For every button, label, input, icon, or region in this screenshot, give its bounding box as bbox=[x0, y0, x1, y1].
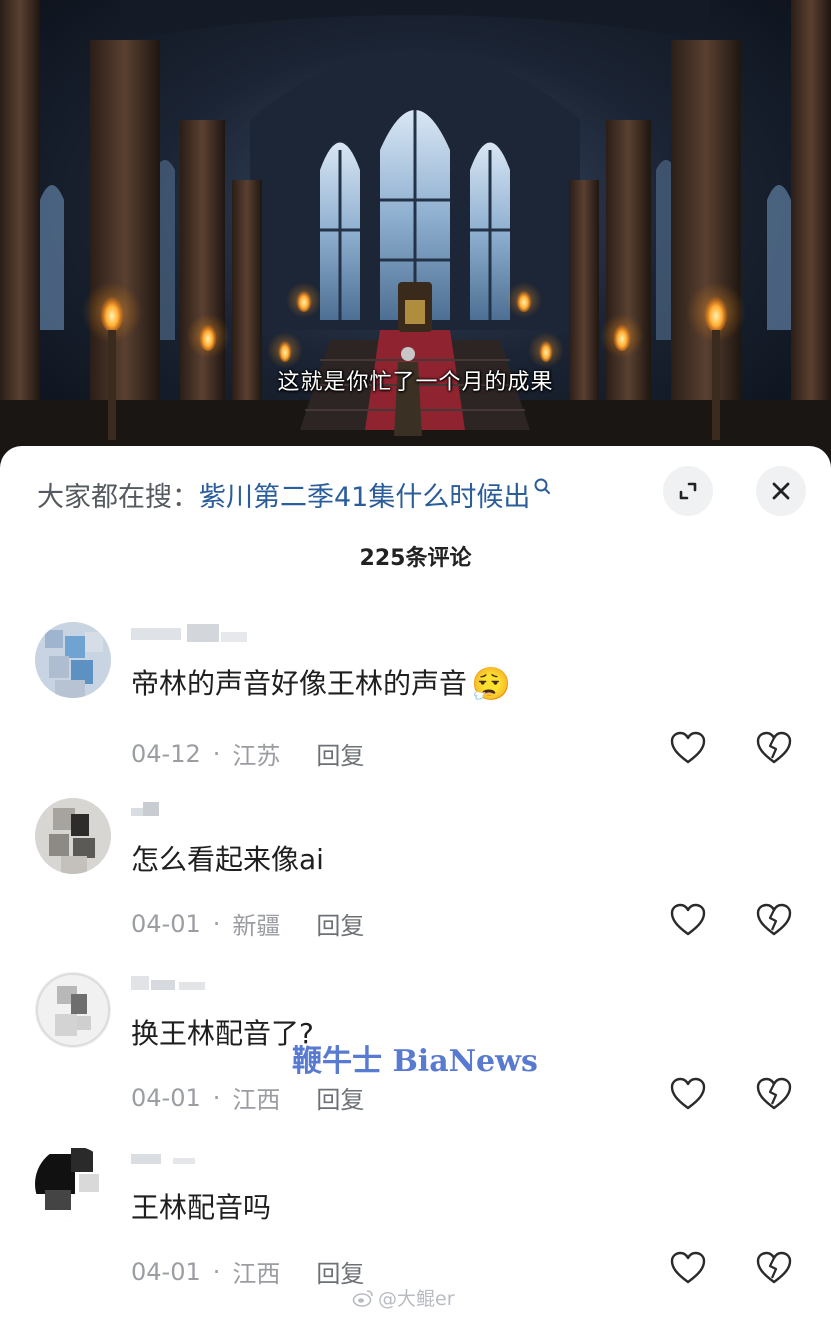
comment-location: 江西 bbox=[232, 1260, 281, 1288]
reply-button[interactable]: 回复 bbox=[316, 906, 364, 941]
close-icon bbox=[772, 482, 790, 500]
comment-date: 04-01 bbox=[131, 1257, 201, 1286]
comment-text: 换王林配音了? bbox=[131, 1014, 314, 1054]
comment-text-body: 王林配音吗 bbox=[131, 1191, 272, 1224]
trending-search[interactable]: 大家都在搜： 紫川第二季41集什么时候出 bbox=[37, 474, 554, 514]
comment-location: 新疆 bbox=[232, 912, 281, 940]
avatar[interactable] bbox=[35, 622, 111, 698]
weibo-watermark: @大鲲er bbox=[352, 1284, 455, 1311]
expand-icon bbox=[679, 482, 697, 500]
comment-item: 怎么看起来像ai 04-01 · 新疆 回复 bbox=[0, 798, 831, 968]
comment-date: 04-01 bbox=[131, 909, 201, 938]
comment-date: 04-12 bbox=[131, 739, 201, 768]
comment-text: 怎么看起来像ai bbox=[131, 840, 324, 880]
heart-icon[interactable] bbox=[669, 1250, 707, 1286]
avatar[interactable] bbox=[35, 1146, 111, 1222]
close-button[interactable] bbox=[756, 466, 806, 516]
reply-button[interactable]: 回复 bbox=[316, 736, 364, 771]
comment-count: 225条评论 bbox=[359, 546, 472, 571]
comment-meta: 04-12 · 江苏 回复 bbox=[131, 736, 364, 771]
avatar[interactable] bbox=[35, 798, 111, 874]
trending-search-prefix: 大家都在搜： bbox=[37, 481, 199, 513]
broken-heart-icon[interactable] bbox=[755, 1076, 793, 1112]
comment-text-body: 帝林的声音好像王林的声音 bbox=[131, 667, 468, 700]
heart-icon[interactable] bbox=[669, 902, 707, 938]
heart-icon[interactable] bbox=[669, 1076, 707, 1112]
broken-heart-icon[interactable] bbox=[755, 730, 793, 766]
username-blurred[interactable] bbox=[131, 798, 249, 820]
video-player[interactable]: 这就是你忙了一个月的成果 bbox=[0, 0, 831, 460]
comment-item: 帝林的声音好像王林的声音 😮‍💨 04-12 · 江苏 回复 bbox=[0, 622, 831, 792]
comment-meta: 04-01 · 江西 回复 bbox=[131, 1080, 364, 1115]
username-blurred[interactable] bbox=[131, 1146, 249, 1168]
comment-sheet: 大家都在搜： 紫川第二季41集什么时候出 225条评论 帝林的声音好像王林的声音… bbox=[0, 446, 831, 1320]
weibo-icon bbox=[352, 1289, 373, 1307]
username-blurred[interactable] bbox=[131, 622, 249, 644]
video-subtitle: 这就是你忙了一个月的成果 bbox=[277, 370, 554, 395]
weibo-handle: @大鲲er bbox=[378, 1288, 455, 1310]
avatar[interactable] bbox=[35, 972, 111, 1048]
comment-text: 帝林的声音好像王林的声音 😮‍💨 bbox=[131, 664, 511, 704]
username-blurred[interactable] bbox=[131, 972, 249, 994]
comment-text-body: 怎么看起来像ai bbox=[131, 843, 324, 876]
comment-location: 江西 bbox=[232, 1086, 281, 1114]
comment-text: 王林配音吗 bbox=[131, 1188, 271, 1228]
reply-button[interactable]: 回复 bbox=[316, 1080, 364, 1115]
comment-location: 江苏 bbox=[232, 742, 281, 770]
exhale-emoji: 😮‍💨 bbox=[471, 665, 511, 703]
trending-search-query[interactable]: 紫川第二季41集什么时候出 bbox=[199, 475, 530, 514]
meta-separator: · bbox=[212, 739, 221, 768]
heart-icon[interactable] bbox=[669, 730, 707, 766]
search-icon[interactable] bbox=[532, 476, 554, 498]
broken-heart-icon[interactable] bbox=[755, 902, 793, 938]
comment-date: 04-01 bbox=[131, 1083, 201, 1112]
meta-separator: · bbox=[212, 909, 221, 938]
meta-separator: · bbox=[212, 1083, 221, 1112]
bianews-watermark: 鞭牛士 BiaNews bbox=[292, 1044, 538, 1079]
expand-button[interactable] bbox=[663, 466, 713, 516]
comment-text-body: 换王林配音了? bbox=[131, 1017, 314, 1050]
comment-meta: 04-01 · 新疆 回复 bbox=[131, 906, 364, 941]
broken-heart-icon[interactable] bbox=[755, 1250, 793, 1286]
comment-meta: 04-01 · 江西 回复 bbox=[131, 1254, 364, 1289]
meta-separator: · bbox=[212, 1257, 221, 1286]
